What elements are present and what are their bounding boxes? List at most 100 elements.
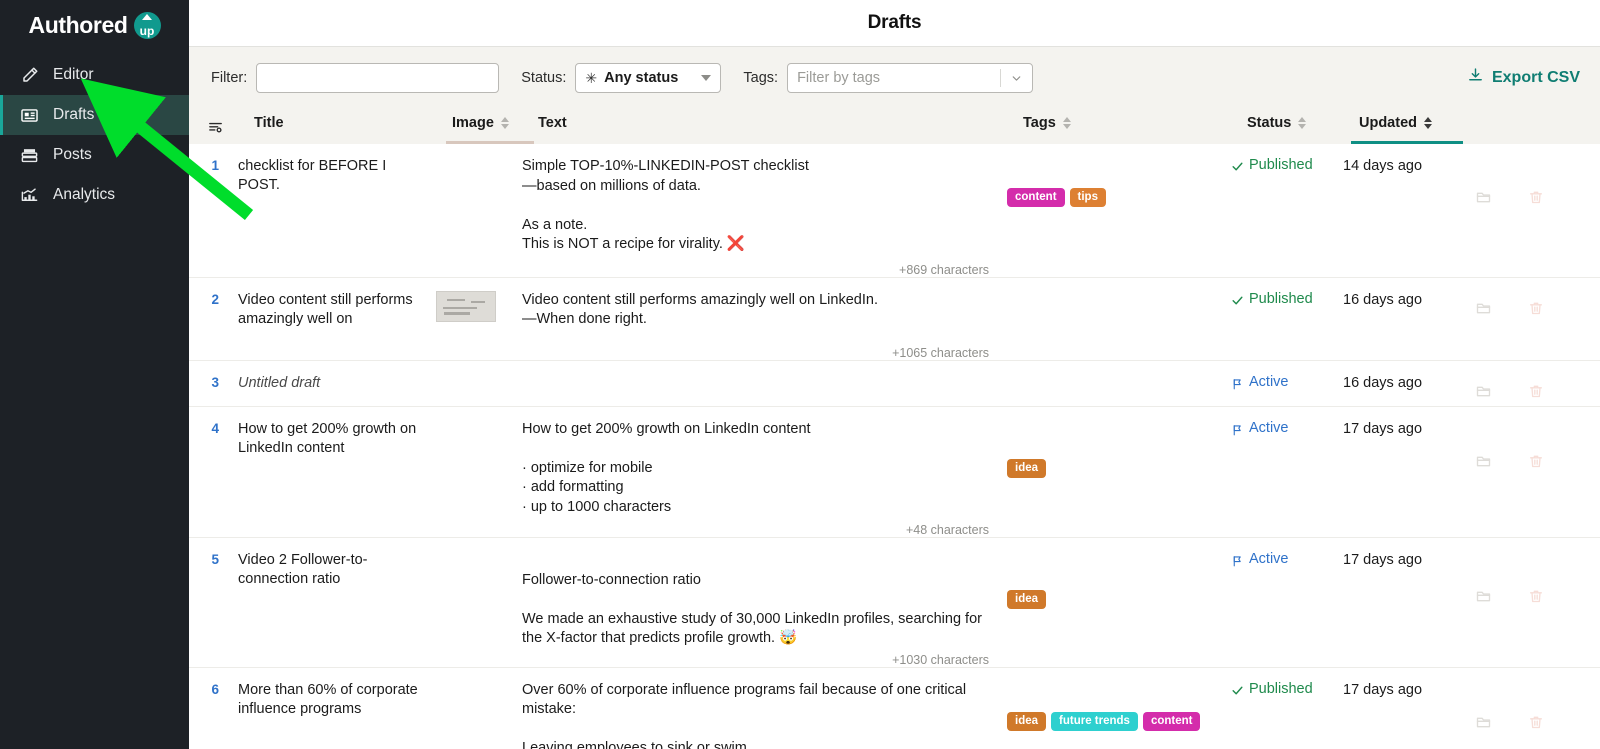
- tag-chip[interactable]: tips: [1069, 188, 1106, 207]
- row-actions: [1447, 538, 1600, 667]
- column-header-title[interactable]: Title: [241, 109, 446, 144]
- column-settings-icon[interactable]: [189, 119, 241, 144]
- row-title-text: Video 2 Follower-to-connection ratio: [238, 552, 368, 587]
- folder-icon[interactable]: [1475, 300, 1492, 321]
- sort-arrows-icon[interactable]: [1062, 116, 1071, 129]
- table-row[interactable]: 1 checklist for BEFORE I POST. Simple TO…: [189, 144, 1600, 278]
- row-updated-text: 16 days ago: [1343, 291, 1423, 308]
- table-row[interactable]: 2 Video content still performs amazingly…: [189, 277, 1600, 361]
- sort-arrows-icon[interactable]: [1298, 116, 1307, 129]
- status-label: Published: [1249, 157, 1313, 173]
- sort-arrows-icon[interactable]: [1424, 116, 1432, 129]
- folder-icon[interactable]: [1475, 453, 1492, 474]
- folder-icon[interactable]: [1475, 588, 1492, 609]
- sidebar-item-label: Editor: [53, 66, 94, 83]
- trash-icon[interactable]: [1528, 714, 1544, 736]
- row-updated: 17 days ago: [1335, 668, 1447, 749]
- row-updated: 14 days ago: [1335, 144, 1447, 277]
- row-status: Published: [1228, 278, 1335, 360]
- row-character-count: +1065 characters: [892, 345, 989, 360]
- brand-name: Authored: [28, 12, 128, 38]
- filter-input[interactable]: [256, 63, 500, 93]
- column-header-status[interactable]: Status: [1244, 109, 1351, 144]
- column-header-image[interactable]: Image: [446, 109, 534, 144]
- tag-chip[interactable]: content: [1007, 188, 1065, 207]
- tag-chip[interactable]: content: [1142, 711, 1201, 731]
- row-text-preview: Over 60% of corporate influence programs…: [522, 681, 967, 749]
- table-row[interactable]: 5 Video 2 Follower-to-connection ratio F…: [189, 538, 1600, 668]
- table-row[interactable]: 4 How to get 200% growth on LinkedIn con…: [189, 406, 1600, 538]
- row-title-text: Untitled draft: [238, 374, 321, 391]
- sort-arrows-icon[interactable]: [500, 116, 509, 129]
- tag-chip[interactable]: idea: [1007, 590, 1047, 609]
- column-header-updated[interactable]: Updated: [1351, 109, 1463, 144]
- page-title: Drafts: [867, 12, 922, 33]
- brand-logo: Authored up: [0, 0, 189, 47]
- row-title[interactable]: More than 60% of corporate influence pro…: [225, 668, 430, 749]
- table-row[interactable]: 3 Untitled draft Active 16 days ago: [189, 360, 1600, 407]
- column-header-text[interactable]: Text: [534, 109, 1019, 144]
- folder-icon[interactable]: [1475, 383, 1492, 404]
- table-row[interactable]: 6 More than 60% of corporate influence p…: [189, 667, 1600, 749]
- row-status: Active: [1228, 407, 1335, 538]
- row-number: 4: [211, 420, 219, 436]
- trash-icon[interactable]: [1528, 189, 1544, 211]
- trash-icon[interactable]: [1528, 383, 1544, 405]
- sidebar-item-drafts[interactable]: Drafts: [0, 95, 189, 135]
- folder-icon[interactable]: [1475, 714, 1492, 735]
- status-badge: Published: [1231, 681, 1335, 698]
- folder-icon[interactable]: [1475, 189, 1492, 210]
- row-title[interactable]: Untitled draft: [225, 361, 430, 406]
- brand-badge: up: [133, 12, 161, 39]
- row-text-preview: How to get 200% growth on LinkedIn conte…: [522, 420, 811, 515]
- row-text: Simple TOP-10%-LINKEDIN-POST checklist —…: [518, 144, 1003, 277]
- row-title-text: Video content still performs amazingly w…: [238, 291, 413, 327]
- tag-chip[interactable]: idea: [1007, 711, 1047, 731]
- row-title[interactable]: Video content still performs amazingly w…: [225, 278, 430, 360]
- row-status: Active: [1228, 538, 1335, 667]
- status-label: Active: [1249, 373, 1289, 390]
- row-title[interactable]: How to get 200% growth on LinkedIn conte…: [225, 407, 430, 538]
- status-select-value: Any status: [604, 70, 679, 86]
- tags-filter[interactable]: Filter by tags: [787, 63, 1034, 93]
- chevron-down-icon[interactable]: [1001, 72, 1032, 85]
- row-title[interactable]: checklist for BEFORE I POST.: [225, 144, 430, 277]
- table-header-row: Title Image Text Tags Status Updated: [189, 109, 1600, 144]
- thumbnail-image[interactable]: [436, 290, 496, 322]
- flag-icon: [1231, 377, 1244, 395]
- sidebar-item-posts[interactable]: Posts: [0, 135, 189, 175]
- tag-chip[interactable]: idea: [1007, 458, 1047, 478]
- row-image: [430, 361, 518, 406]
- row-status: Published: [1228, 668, 1335, 749]
- row-status: Active: [1228, 361, 1335, 406]
- row-number: 3: [211, 374, 219, 390]
- export-csv-label: Export CSV: [1491, 69, 1580, 86]
- trash-icon[interactable]: [1528, 300, 1544, 322]
- sidebar-item-label: Drafts: [53, 106, 95, 123]
- row-actions: [1447, 361, 1600, 406]
- export-csv-button[interactable]: Export CSV: [1467, 67, 1580, 89]
- row-updated-text: 17 days ago: [1343, 681, 1423, 698]
- row-title[interactable]: Video 2 Follower-to-connection ratio: [225, 538, 430, 667]
- flag-icon: [1231, 423, 1244, 441]
- row-updated: 16 days ago: [1335, 278, 1447, 360]
- column-header-label: Text: [538, 114, 567, 131]
- status-label: Published: [1249, 290, 1313, 307]
- row-updated-text: 14 days ago: [1343, 158, 1423, 174]
- column-header-tags[interactable]: Tags: [1019, 109, 1244, 144]
- sidebar-item-analytics[interactable]: Analytics: [0, 175, 189, 215]
- status-badge: Published: [1231, 157, 1335, 174]
- table-body: 1 checklist for BEFORE I POST. Simple TO…: [189, 144, 1600, 749]
- trash-icon[interactable]: [1528, 453, 1544, 475]
- tag-chip[interactable]: future trends: [1051, 711, 1138, 731]
- row-text: Follower-to-connection ratio We made an …: [518, 538, 1003, 667]
- status-badge: Active: [1231, 420, 1335, 438]
- filter-label: Filter:: [211, 70, 248, 86]
- row-actions: [1447, 144, 1600, 277]
- row-image: [430, 407, 518, 538]
- status-select[interactable]: ✳ Any status: [575, 63, 722, 93]
- status-badge: Active: [1231, 551, 1335, 569]
- trash-icon[interactable]: [1528, 588, 1544, 610]
- sidebar-item-editor[interactable]: Editor: [0, 55, 189, 95]
- row-text-preview: Simple TOP-10%-LINKEDIN-POST checklist —…: [522, 158, 809, 252]
